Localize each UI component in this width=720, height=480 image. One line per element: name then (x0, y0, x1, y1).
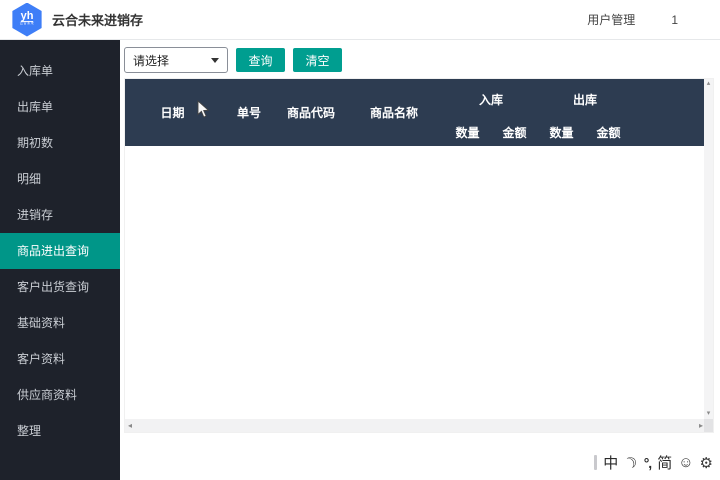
column-header-outbound-qty[interactable]: 数量 (538, 119, 585, 146)
ime-drag-handle-icon[interactable] (594, 455, 597, 470)
column-header-product-code[interactable]: 商品代码 (278, 79, 344, 146)
query-button[interactable]: 查询 (236, 48, 285, 72)
column-group-outbound[interactable]: 出库 (538, 79, 632, 119)
top-header: yh 云合未来 云合未来进销存 用户管理 1 (0, 0, 720, 40)
ime-language-mode[interactable]: 中 (603, 452, 618, 473)
brand: yh 云合未来 云合未来进销存 (0, 3, 143, 37)
sidebar-item-opening-balance[interactable]: 期初数 (0, 125, 120, 161)
column-group-inbound[interactable]: 入库 (444, 79, 538, 119)
chevron-down-icon (211, 58, 219, 63)
filter-toolbar: 请选择 查询 清空 (124, 46, 342, 74)
scroll-up-icon[interactable]: ▴ (707, 79, 711, 89)
ime-charset-simplified[interactable]: 简 (657, 452, 672, 473)
sidebar-item-outbound-order[interactable]: 出库单 (0, 89, 120, 125)
app-title: 云合未来进销存 (52, 10, 143, 29)
scroll-right-icon[interactable]: ▸ (699, 421, 703, 430)
filter-select[interactable]: 请选择 (124, 47, 228, 73)
main-content: 请选择 查询 清空 日期 单号 商品代码 商品名称 入库 出库 数量 金额 数量… (120, 40, 720, 480)
scroll-down-icon[interactable]: ▾ (707, 409, 711, 419)
column-header-date[interactable]: 日期 (125, 79, 220, 146)
sidebar-item-inventory[interactable]: 进销存 (0, 197, 120, 233)
filter-select-value: 请选择 (133, 52, 169, 69)
column-header-outbound-amount[interactable]: 金额 (585, 119, 632, 146)
ime-settings-gear-icon[interactable]: ⚙ (700, 454, 713, 472)
user-count-badge[interactable]: 1 (671, 13, 678, 27)
ime-fullwidth-moon-icon[interactable]: ☽ (621, 451, 641, 473)
sidebar-item-supplier-data[interactable]: 供应商资料 (0, 377, 120, 413)
column-header-product-name[interactable]: 商品名称 (344, 79, 444, 146)
column-header-inbound-amount[interactable]: 金额 (491, 119, 538, 146)
column-header-inbound-qty[interactable]: 数量 (444, 119, 491, 146)
sidebar-item-basic-data[interactable]: 基础资料 (0, 305, 120, 341)
sidebar-item-details[interactable]: 明细 (0, 161, 120, 197)
scrollbar-corner (704, 419, 713, 432)
sidebar-item-inbound-order[interactable]: 入库单 (0, 53, 120, 89)
sidebar-item-product-inout-query[interactable]: 商品进出查询 (0, 233, 120, 269)
grid-header: 日期 单号 商品代码 商品名称 入库 出库 数量 金额 数量 金额 (125, 79, 706, 146)
data-grid: 日期 单号 商品代码 商品名称 入库 出库 数量 金额 数量 金额 ▴ ▾ ◂ … (124, 78, 714, 433)
ime-emoji-icon[interactable]: ☺ (678, 454, 693, 471)
app-root: yh 云合未来 云合未来进销存 用户管理 1 入库单 出库单 期初数 明细 进销… (0, 0, 720, 480)
vertical-scrollbar[interactable]: ▴ ▾ (704, 79, 713, 419)
sidebar-item-customer-shipment-query[interactable]: 客户出货查询 (0, 269, 120, 305)
user-management-link[interactable]: 用户管理 (587, 11, 635, 28)
column-header-order-no[interactable]: 单号 (220, 79, 278, 146)
sidebar-item-organize[interactable]: 整理 (0, 413, 120, 449)
scroll-left-icon[interactable]: ◂ (128, 421, 132, 430)
sidebar-item-customer-data[interactable]: 客户资料 (0, 341, 120, 377)
clear-button[interactable]: 清空 (293, 48, 342, 72)
app-logo-hexagon-icon: yh 云合未来 (10, 3, 44, 37)
column-header-filler (632, 79, 706, 146)
ime-status-bar: 中 ☽ °, 简 ☺ ⚙ (594, 452, 713, 473)
topbar-right: 用户管理 1 (587, 11, 678, 28)
logo-subtext: 云合未来 (20, 22, 34, 24)
sidebar-nav: 入库单 出库单 期初数 明细 进销存 商品进出查询 客户出货查询 基础资料 客户… (0, 40, 120, 480)
ime-punctuation-icon[interactable]: °, (644, 455, 652, 471)
horizontal-scrollbar[interactable]: ◂ ▸ (125, 419, 706, 432)
